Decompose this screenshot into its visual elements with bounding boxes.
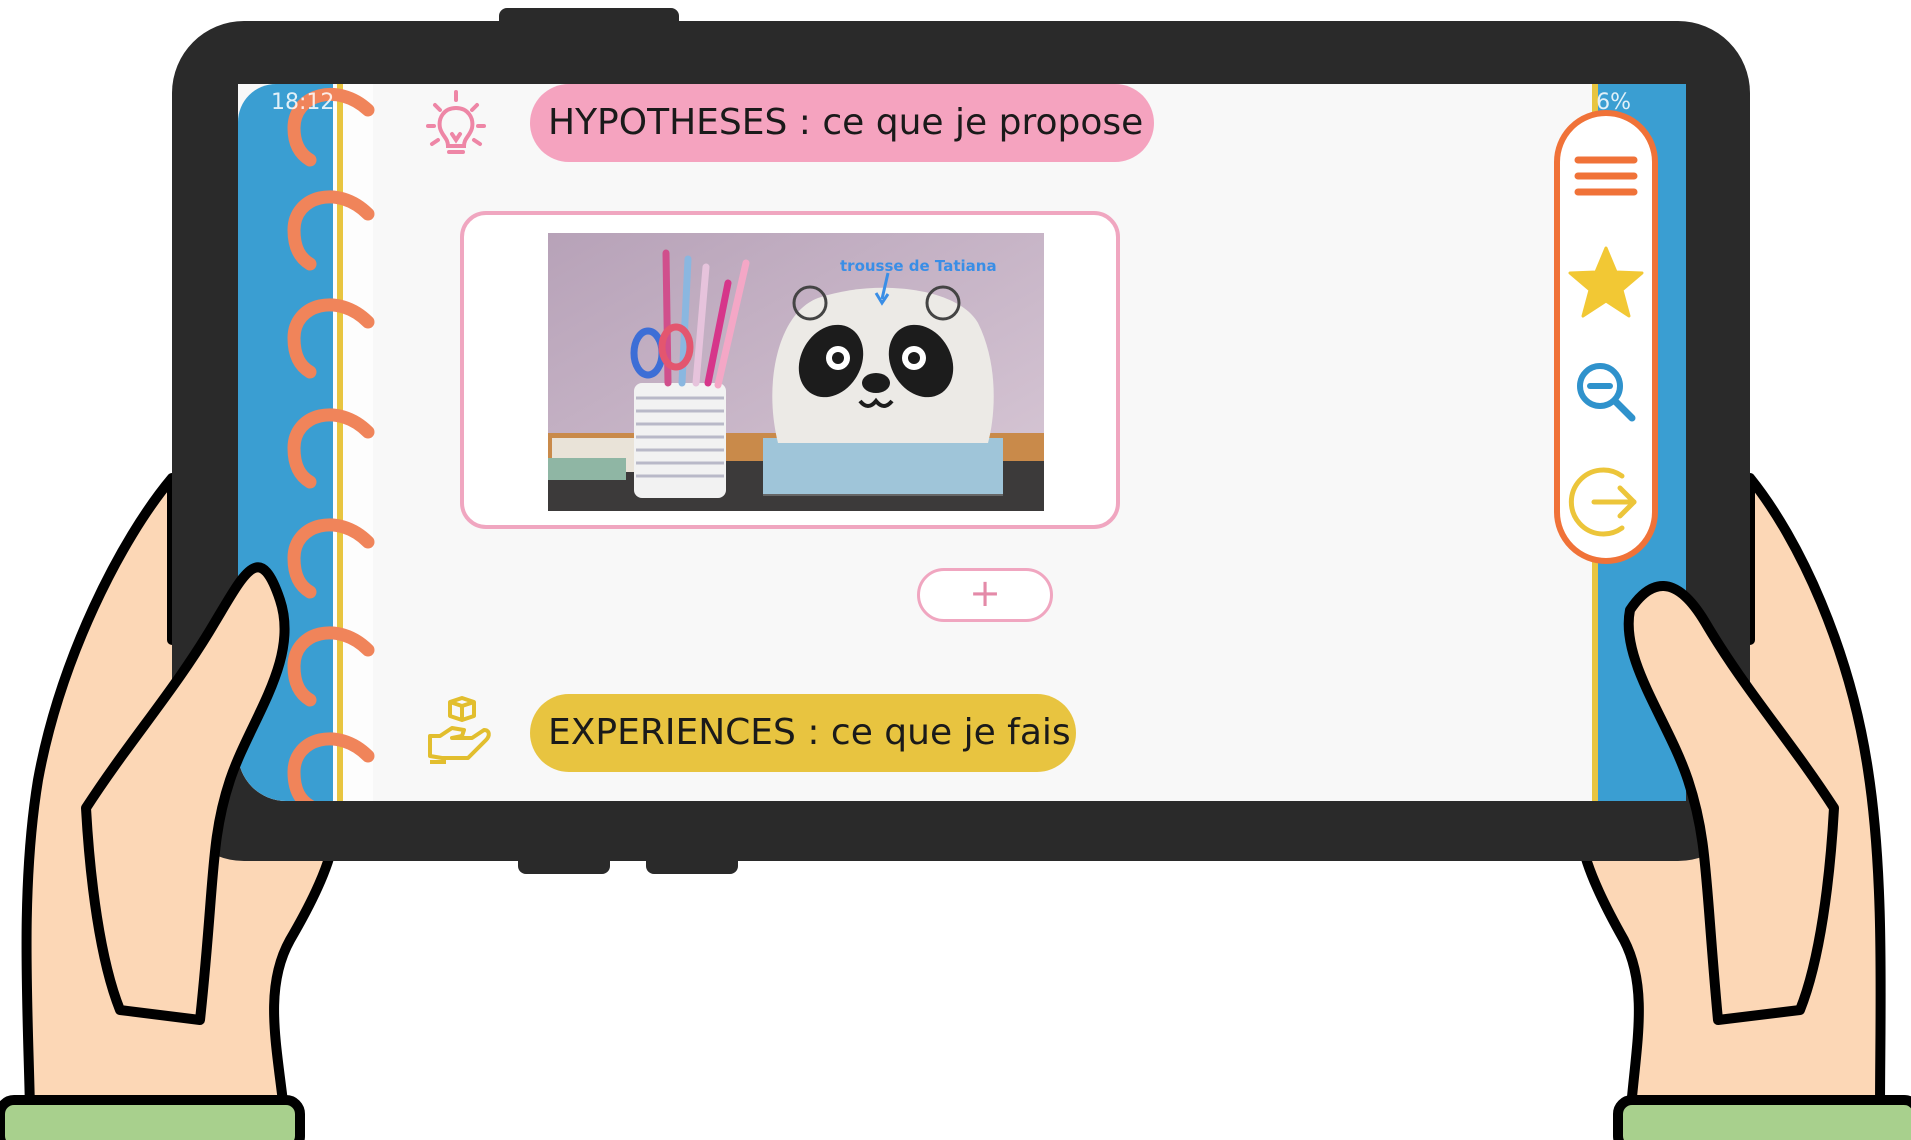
exit-arrow-icon <box>1568 467 1637 537</box>
zoom-out-button[interactable] <box>1566 352 1646 432</box>
pencil-case-photo[interactable]: trousse de Tatiana <box>548 233 1044 511</box>
app-screen: 18:12 6% HYPOTHESES : ce que je propose <box>238 84 1686 801</box>
exit-button[interactable] <box>1566 462 1646 542</box>
photo-caption: trousse de Tatiana <box>840 257 997 275</box>
add-item-button[interactable]: + <box>917 568 1053 622</box>
status-time: 18:12 <box>271 90 335 115</box>
menu-button[interactable] <box>1566 138 1646 218</box>
hamburger-menu-icon <box>1574 156 1638 196</box>
photo-card[interactable]: trousse de Tatiana <box>460 211 1120 529</box>
zoom-out-icon <box>1577 363 1636 422</box>
section-hypotheses[interactable]: HYPOTHESES : ce que je propose <box>530 84 1154 162</box>
side-menu <box>1554 110 1658 564</box>
star-icon <box>1568 246 1644 318</box>
lightbulb-icon <box>426 90 486 154</box>
section-experiences[interactable]: EXPERIENCES : ce que je fais <box>530 694 1076 772</box>
spiral-binding <box>287 87 375 801</box>
hand-cube-icon <box>428 696 491 764</box>
favorite-button[interactable] <box>1566 242 1646 322</box>
